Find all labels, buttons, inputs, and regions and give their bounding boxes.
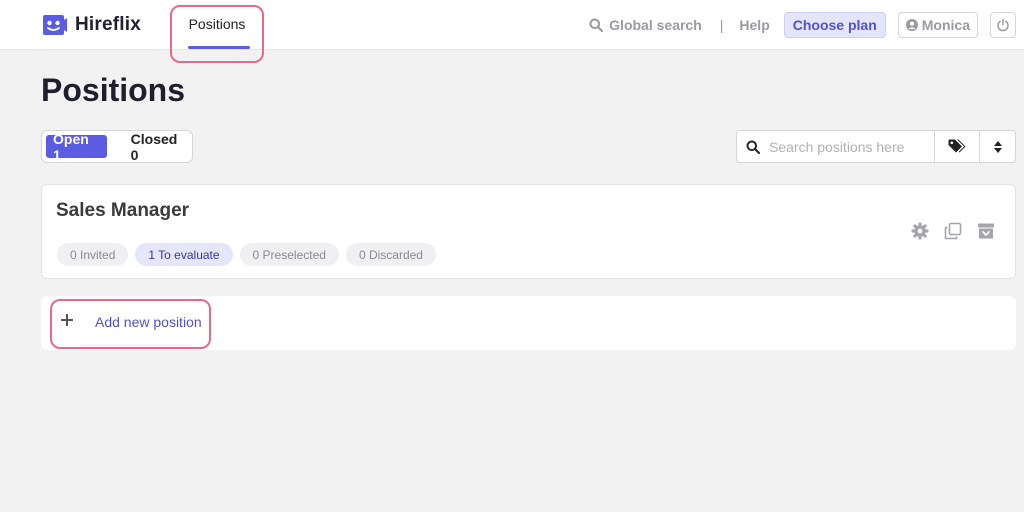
position-actions [897, 221, 996, 241]
search-icon [746, 140, 760, 154]
tab-positions[interactable]: Positions [172, 6, 262, 62]
search-icon [589, 18, 604, 32]
position-title[interactable]: Sales Manager [56, 200, 189, 222]
gear-icon [911, 222, 929, 240]
filter-closed-button[interactable]: Closed 0 [131, 131, 188, 163]
tags-icon [948, 139, 965, 153]
search-box [737, 131, 935, 162]
preselected-count-badge[interactable]: 0 Preselected [239, 243, 339, 266]
tab-positions-label: Positions [188, 16, 246, 32]
archive-position-button[interactable] [976, 221, 996, 241]
add-new-position-card[interactable]: Add new position [41, 296, 1016, 350]
logout-button[interactable] [990, 12, 1016, 38]
invited-count-badge[interactable]: 0 Invited [57, 243, 129, 266]
filter-open-button[interactable]: Open 1 [46, 131, 107, 163]
choose-plan-button[interactable]: Choose plan [783, 12, 886, 38]
page-title: Positions [41, 72, 186, 108]
position-settings-button[interactable] [910, 221, 930, 241]
hireflix-logo-icon [40, 15, 67, 35]
discarded-count-badge[interactable]: 0 Discarded [345, 243, 436, 266]
help-link[interactable]: Help [739, 17, 769, 33]
add-new-position-button[interactable]: Add new position [95, 314, 202, 330]
top-right-menu: Global search | Help Choose plan Monica [589, 12, 1016, 38]
user-menu-button[interactable]: Monica [897, 12, 978, 38]
status-filter: Open 1 Closed 0 [41, 130, 193, 163]
position-search-group [736, 130, 1016, 163]
archive-icon [978, 223, 994, 239]
top-bar: Hireflix Positions Global search | Help … [0, 0, 1024, 50]
candidate-stats: 0 Invited 1 To evaluate 0 Preselected 0 … [57, 243, 443, 266]
user-circle-icon [905, 19, 918, 31]
sort-button[interactable] [980, 131, 1015, 162]
app-logo[interactable]: Hireflix [40, 13, 141, 37]
active-tab-indicator [188, 46, 250, 49]
to-evaluate-count-badge[interactable]: 1 To evaluate [135, 243, 233, 266]
menu-separator: | [719, 17, 724, 33]
position-card[interactable]: Sales Manager 0 Invited 1 To evaluate 0 … [41, 184, 1016, 279]
app-name: Hireflix [75, 14, 142, 35]
user-name: Monica [921, 17, 970, 33]
global-search-label: Global search [609, 17, 702, 33]
duplicate-position-button[interactable] [943, 221, 963, 241]
search-positions-input[interactable] [769, 138, 919, 155]
tags-filter-button[interactable] [935, 131, 980, 162]
duplicate-icon [944, 222, 962, 240]
plus-icon [61, 314, 73, 326]
global-search-button[interactable]: Global search [589, 17, 702, 33]
sort-icon [993, 140, 1002, 153]
power-icon [997, 18, 1009, 32]
